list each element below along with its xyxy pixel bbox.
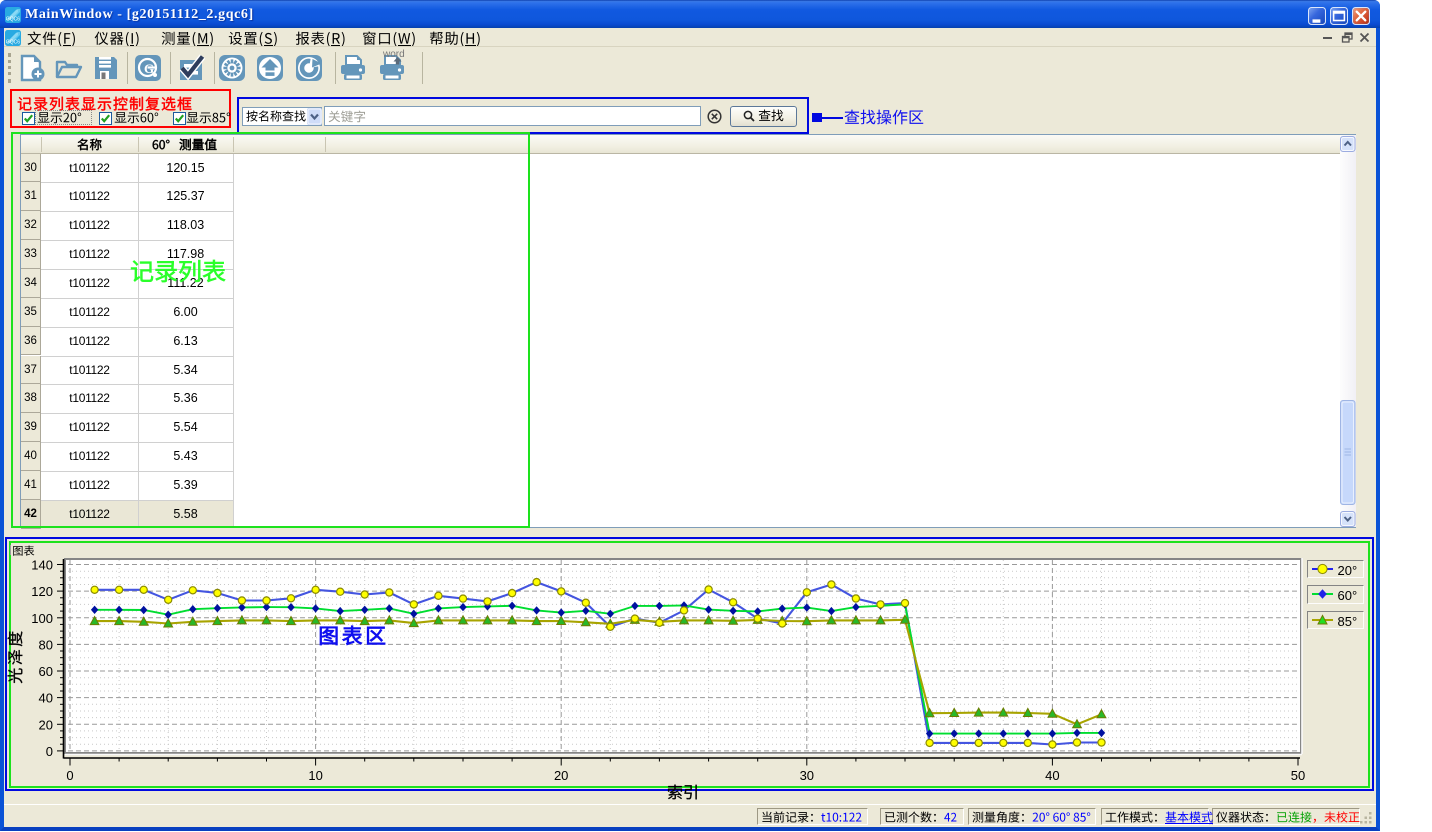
svg-text:30: 30 bbox=[800, 768, 814, 783]
svg-text:10: 10 bbox=[308, 768, 322, 783]
svg-text:20: 20 bbox=[554, 768, 568, 783]
svg-text:50: 50 bbox=[1291, 768, 1305, 783]
svg-text:40: 40 bbox=[1045, 768, 1059, 783]
svg-text:GQC6: GQC6 bbox=[6, 40, 20, 46]
svg-text:G: G bbox=[144, 61, 154, 76]
svg-text:0: 0 bbox=[46, 744, 53, 759]
svg-text:140: 140 bbox=[31, 558, 53, 573]
svg-text:100: 100 bbox=[31, 611, 53, 626]
svg-text:GQC6: GQC6 bbox=[6, 17, 20, 23]
svg-text:40: 40 bbox=[39, 691, 53, 706]
svg-text:0: 0 bbox=[66, 768, 73, 783]
svg-text:120: 120 bbox=[31, 584, 53, 599]
svg-text:20: 20 bbox=[39, 717, 53, 732]
